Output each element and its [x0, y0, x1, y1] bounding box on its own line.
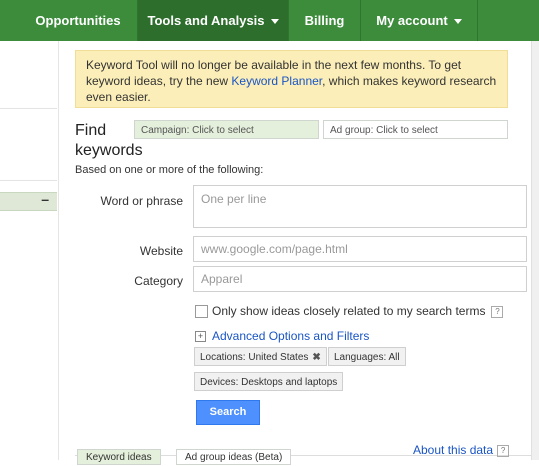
nav-divider [477, 0, 478, 41]
sidebar-divider [0, 180, 57, 181]
nav-my-account-label: My account [376, 13, 448, 28]
category-label: Category [134, 274, 183, 288]
keyword-planner-link[interactable]: Keyword Planner [231, 74, 322, 88]
search-button[interactable]: Search [196, 400, 260, 425]
help-icon[interactable]: ? [497, 444, 510, 457]
category-placeholder: Apparel [201, 272, 243, 286]
closely-related-checkbox[interactable] [195, 305, 208, 318]
nav-my-account[interactable]: My account [361, 0, 477, 41]
about-this-data-link[interactable]: About this data [413, 443, 493, 457]
help-icon[interactable]: ? [491, 305, 504, 318]
devices-filter-chip[interactable]: Devices: Desktops and laptops [194, 372, 344, 391]
word-or-phrase-input[interactable]: One per line [193, 185, 527, 228]
about-this-data[interactable]: About this data? [413, 443, 510, 457]
ad-group-selector[interactable]: Ad group: Click to select [323, 120, 508, 139]
website-label: Website [139, 244, 183, 258]
top-navigation: Opportunities Tools and Analysis Billing… [0, 0, 539, 41]
nav-opportunities-label: Opportunities [35, 13, 121, 28]
chevron-down-icon [270, 19, 279, 25]
sidebar-section-header[interactable]: – [0, 191, 57, 211]
nav-billing-label: Billing [304, 13, 345, 28]
devices-filter-label: Devices: Desktops and laptops [200, 377, 338, 388]
chevron-down-icon [453, 19, 462, 25]
expand-plus-icon[interactable]: + [195, 331, 206, 342]
location-filter-label: Locations: United States [200, 352, 309, 363]
nav-billing[interactable]: Billing [289, 0, 360, 41]
closely-related-text: Only show ideas closely related to my se… [212, 304, 486, 318]
deprecation-notice: Keyword Tool will no longer be available… [75, 50, 508, 108]
word-or-phrase-placeholder: One per line [201, 192, 267, 206]
languages-filter-label: Languages: All [334, 352, 400, 363]
location-filter-chip[interactable]: Locations: United States ✖ [194, 347, 327, 366]
nav-tools-label: Tools and Analysis [147, 13, 265, 28]
category-input[interactable]: Apparel [193, 266, 527, 292]
languages-filter-chip[interactable]: Languages: All [328, 347, 406, 366]
advanced-options-link[interactable]: Advanced Options and Filters [212, 329, 369, 343]
closely-related-label: Only show ideas closely related to my se… [212, 304, 504, 318]
sidebar-divider [0, 108, 57, 109]
website-input[interactable]: www.google.com/page.html [193, 236, 527, 262]
word-or-phrase-label: Word or phrase [100, 194, 183, 208]
tab-ad-group-ideas[interactable]: Ad group ideas (Beta) [176, 449, 292, 465]
campaign-selector[interactable]: Campaign: Click to select [134, 120, 319, 139]
based-on-label: Based on one or more of the following: [75, 164, 264, 176]
website-placeholder: www.google.com/page.html [201, 242, 348, 256]
nav-tools-and-analysis[interactable]: Tools and Analysis [138, 0, 288, 41]
close-icon[interactable]: ✖ [312, 352, 320, 363]
scrollbar[interactable] [531, 41, 539, 460]
nav-opportunities[interactable]: Opportunities [19, 0, 137, 41]
tab-keyword-ideas[interactable]: Keyword ideas [77, 449, 161, 465]
collapse-icon[interactable]: – [41, 191, 49, 207]
